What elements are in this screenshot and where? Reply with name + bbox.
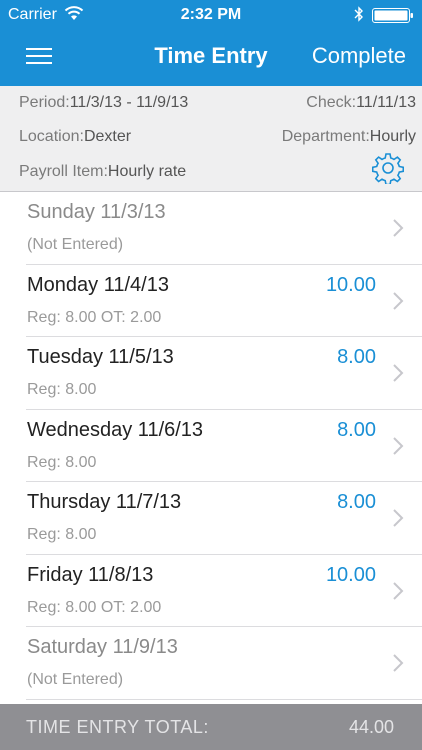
nav-bar: Time Entry Complete bbox=[0, 30, 422, 86]
day-hours: 10.00 bbox=[325, 273, 376, 296]
day-hours: 8.00 bbox=[337, 346, 376, 368]
day-hours: 8.00 bbox=[337, 418, 376, 441]
day-label: Sunday 11/3/13 bbox=[27, 201, 166, 223]
total-footer: TIME ENTRY TOTAL: 44.00 bbox=[0, 704, 422, 750]
day-detail: Reg: 8.00 bbox=[27, 381, 97, 398]
chevron-right-icon bbox=[393, 509, 404, 527]
day-detail: Reg: 8.00 bbox=[27, 453, 97, 471]
bluetooth-icon bbox=[354, 6, 363, 22]
menu-icon bbox=[26, 62, 52, 64]
total-label: TIME ENTRY TOTAL: bbox=[26, 717, 209, 737]
battery-icon bbox=[372, 8, 413, 23]
day-detail: (Not Entered) bbox=[27, 671, 124, 688]
day-row-monday[interactable]: Monday 11/4/13 Reg: 8.00 OT: 2.00 10.00 bbox=[26, 265, 422, 337]
day-label: Tuesday 11/5/13 bbox=[27, 346, 174, 368]
chevron-right-icon bbox=[393, 291, 404, 310]
complete-button[interactable]: Complete bbox=[312, 43, 406, 69]
day-hours: 8.00 bbox=[337, 491, 376, 513]
day-row-friday[interactable]: Friday 11/8/13 Reg: 8.00 OT: 2.00 10.00 bbox=[26, 555, 422, 627]
day-label: Thursday 11/7/13 bbox=[27, 491, 182, 513]
info-panel: Period:11/3/13 - 11/9/13 Check:11/11/13 … bbox=[0, 86, 422, 192]
menu-button[interactable] bbox=[22, 42, 56, 70]
day-row-sunday[interactable]: Sunday 11/3/13 (Not Entered) bbox=[26, 192, 422, 265]
app-header: Carrier 2:32 PM Time Entry Complete bbox=[0, 0, 422, 86]
day-label: Wednesday 11/6/13 bbox=[27, 418, 204, 441]
total-value: 44.00 bbox=[348, 717, 394, 737]
menu-icon bbox=[26, 55, 52, 57]
day-label: Monday 11/4/13 bbox=[27, 273, 169, 296]
check-info: Check:11/11/13 bbox=[306, 94, 416, 111]
day-detail: Reg: 8.00 OT: 2.00 bbox=[27, 598, 162, 616]
payroll-item-info: Payroll Item:Hourly rate bbox=[19, 163, 187, 180]
day-row-saturday[interactable]: Saturday 11/9/13 (Not Entered) bbox=[26, 627, 422, 700]
chevron-right-icon bbox=[393, 436, 404, 455]
chevron-right-icon bbox=[393, 219, 404, 237]
day-detail: Reg: 8.00 bbox=[27, 526, 97, 543]
chevron-right-icon bbox=[393, 364, 404, 382]
day-detail: (Not Entered) bbox=[27, 236, 124, 253]
day-row-thursday[interactable]: Thursday 11/7/13 Reg: 8.00 8.00 bbox=[26, 482, 422, 555]
menu-icon bbox=[26, 48, 52, 50]
chevron-right-icon bbox=[393, 581, 404, 600]
day-row-tuesday[interactable]: Tuesday 11/5/13 Reg: 8.00 8.00 bbox=[26, 337, 422, 410]
day-label: Saturday 11/9/13 bbox=[27, 636, 178, 658]
day-hours: 10.00 bbox=[325, 563, 376, 586]
department-info: Department:Hourly bbox=[281, 128, 416, 145]
day-label: Friday 11/8/13 bbox=[27, 563, 154, 586]
location-info: Location:Dexter bbox=[19, 128, 132, 145]
status-bar: Carrier 2:32 PM bbox=[0, 0, 422, 30]
settings-gear-icon[interactable] bbox=[372, 152, 404, 184]
day-list: Sunday 11/3/13 (Not Entered) Monday 11/4… bbox=[0, 192, 422, 700]
day-row-wednesday[interactable]: Wednesday 11/6/13 Reg: 8.00 8.00 bbox=[26, 410, 422, 482]
day-detail: Reg: 8.00 OT: 2.00 bbox=[27, 308, 162, 326]
chevron-right-icon bbox=[393, 654, 404, 672]
period-info: Period:11/3/13 - 11/9/13 bbox=[19, 94, 189, 111]
